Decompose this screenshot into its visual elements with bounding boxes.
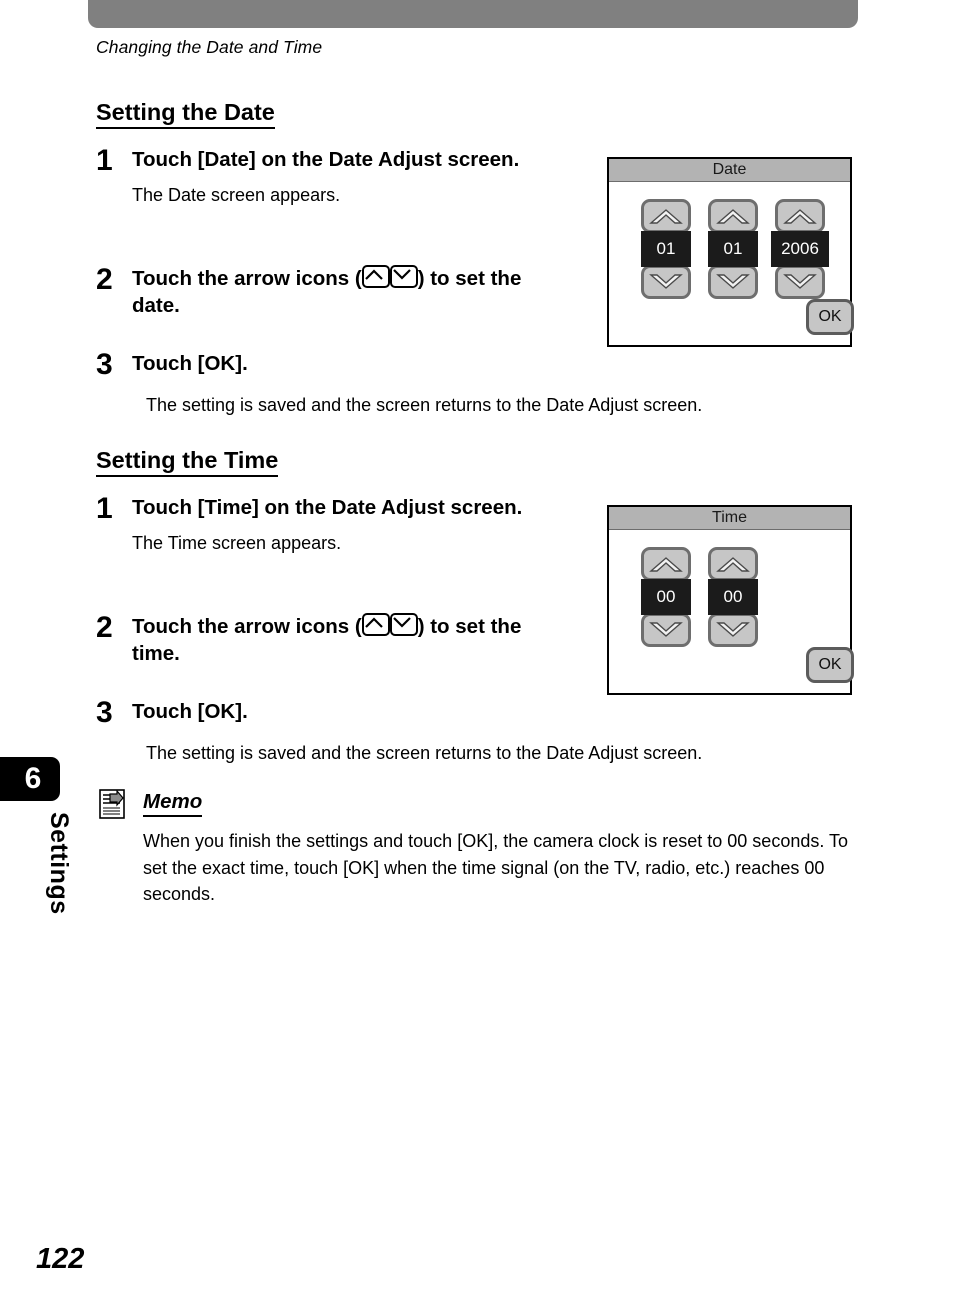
step-number: 1 <box>96 144 113 177</box>
date-screen-title: Date <box>609 159 850 182</box>
step-title: Touch [OK]. <box>132 352 248 375</box>
page-number: 122 <box>36 1243 85 1275</box>
hour-decrement-button[interactable] <box>641 613 691 647</box>
day-increment-button[interactable] <box>708 199 758 233</box>
hour-increment-button[interactable] <box>641 547 691 581</box>
step-date-3-description: The setting is saved and the screen retu… <box>146 395 703 415</box>
step-number: 3 <box>96 696 113 729</box>
step-number: 2 <box>96 263 113 296</box>
chevron-down-icon <box>389 613 418 636</box>
minute-increment-button[interactable] <box>708 547 758 581</box>
date-year-spinner: 2006 <box>771 199 829 299</box>
date-ok-button[interactable]: OK <box>806 299 854 335</box>
step-title-text-before: Touch the arrow icons ( <box>132 267 362 290</box>
step-description: The Time screen appears. <box>132 533 342 554</box>
time-screen-title: Time <box>609 507 850 530</box>
step-time-3: 3 Touch [OK]. <box>96 698 561 728</box>
year-decrement-button[interactable] <box>775 265 825 299</box>
date-screen-mockup: Date 01 01 2006 OK <box>607 157 854 347</box>
minute-decrement-button[interactable] <box>708 613 758 647</box>
section-title-setting-the-date: Setting the Date <box>96 99 275 130</box>
chapter-name: Settings <box>45 812 73 915</box>
time-ok-button[interactable]: OK <box>806 647 854 683</box>
date-day-spinner: 01 <box>708 199 758 299</box>
memo-note-icon <box>99 789 125 819</box>
step-title: Touch [Time] on the Date Adjust screen. <box>132 496 523 519</box>
chevron-down-icon <box>389 265 418 288</box>
step-title: Touch [OK]. <box>132 700 248 723</box>
step-description: The Date screen appears. <box>132 185 341 206</box>
month-value: 01 <box>641 231 691 267</box>
year-increment-button[interactable] <box>775 199 825 233</box>
step-date-2: 2 Touch the arrow icons () to set the da… <box>96 265 571 319</box>
running-header-bar <box>88 0 858 28</box>
chapter-number: 6 <box>24 762 42 795</box>
chapter-tab: 6 <box>0 757 60 801</box>
time-hour-spinner: 00 <box>641 547 691 647</box>
step-date-1: 1 Touch [Date] on the Date Adjust screen… <box>96 146 561 207</box>
step-time-1: 1 Touch [Time] on the Date Adjust screen… <box>96 494 561 555</box>
section-title-setting-the-time: Setting the Time <box>96 447 279 478</box>
chevron-up-icon <box>361 265 390 288</box>
month-decrement-button[interactable] <box>641 265 691 299</box>
time-minute-spinner: 00 <box>708 547 758 647</box>
year-value: 2006 <box>771 231 829 267</box>
month-increment-button[interactable] <box>641 199 691 233</box>
date-month-spinner: 01 <box>641 199 691 299</box>
day-value: 01 <box>708 231 758 267</box>
step-title: Touch the arrow icons () to set the date… <box>132 265 571 319</box>
time-screen-mockup: Time 00 00 OK <box>607 505 854 695</box>
step-number: 1 <box>96 492 113 525</box>
minute-value: 00 <box>708 579 758 615</box>
step-number: 3 <box>96 348 113 381</box>
step-title: Touch [Date] on the Date Adjust screen. <box>132 148 520 171</box>
day-decrement-button[interactable] <box>708 265 758 299</box>
step-time-2: 2 Touch the arrow icons () to set the ti… <box>96 613 571 667</box>
memo-title: Memo <box>143 790 203 817</box>
chevron-up-icon <box>361 613 390 636</box>
step-date-3: 3 Touch [OK]. <box>96 350 561 380</box>
step-number: 2 <box>96 611 113 644</box>
breadcrumb: Changing the Date and Time <box>96 37 323 57</box>
hour-value: 00 <box>641 579 691 615</box>
step-title-text-before: Touch the arrow icons ( <box>132 615 362 638</box>
memo-text: When you finish the settings and touch [… <box>143 831 849 905</box>
step-title: Touch the arrow icons () to set the time… <box>132 613 571 667</box>
step-time-3-description: The setting is saved and the screen retu… <box>146 743 703 763</box>
